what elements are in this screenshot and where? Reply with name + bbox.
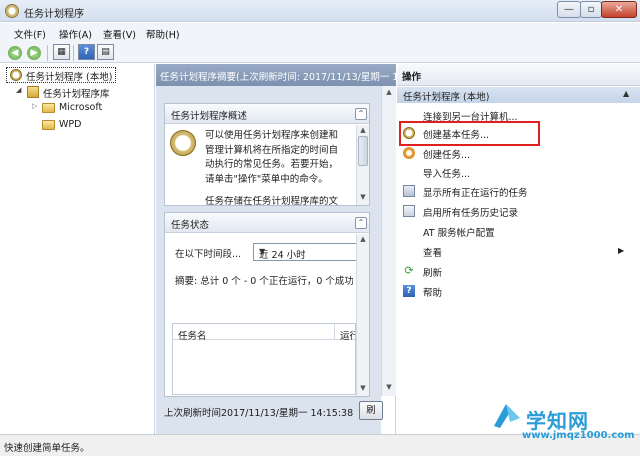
toolbar bbox=[0, 41, 640, 63]
overview-text-cut: 任务存储在任务计划程序库的文 bbox=[205, 196, 355, 205]
task-status-title: 任务状态 bbox=[171, 220, 210, 231]
action-label: 刷新 bbox=[423, 268, 443, 279]
highlight-box bbox=[399, 121, 540, 146]
overview-title: 任务计划程序概述 bbox=[171, 111, 248, 122]
watermark-logo-icon bbox=[494, 404, 520, 428]
task-scheduler-icon bbox=[170, 130, 196, 156]
back-arrow-icon[interactable]: ◀ bbox=[8, 46, 22, 60]
tree-item-wpd[interactable]: WPD bbox=[0, 117, 155, 133]
history-icon bbox=[403, 205, 415, 217]
tree-item-label: 任务计划程序 (本地) bbox=[26, 72, 113, 83]
action-label: 创建任务... bbox=[423, 150, 471, 161]
overview-scrollbar[interactable]: ▲ ▼ bbox=[356, 125, 369, 205]
overview-line: 任务存储在任务计划程序库的文 bbox=[205, 196, 339, 205]
menu-bar bbox=[0, 23, 640, 41]
action-enable-history[interactable]: 启用所有任务历史记录 bbox=[397, 202, 640, 221]
summary-header-text: 任务计划程序摘要(上次刷新时间: 2017/11/13/星期一 1 bbox=[160, 72, 399, 83]
scroll-down-icon[interactable]: ▼ bbox=[357, 193, 369, 201]
menu-action[interactable]: 操作(A) bbox=[59, 27, 92, 41]
library-icon bbox=[27, 86, 39, 98]
column-run-result[interactable]: 运行结 bbox=[340, 328, 355, 342]
scroll-up-icon[interactable]: ▲ bbox=[357, 126, 369, 134]
action-import-task[interactable]: 导入任务... bbox=[397, 163, 640, 182]
actions-title: 操作 bbox=[402, 72, 422, 83]
properties-icon[interactable]: ▤ bbox=[97, 44, 114, 60]
action-show-running-tasks[interactable]: 显示所有正在运行的任务 bbox=[397, 182, 640, 201]
action-help[interactable]: ? 帮助 bbox=[397, 282, 640, 301]
help-icon[interactable]: ? bbox=[78, 44, 95, 60]
task-scheduler-icon bbox=[5, 4, 19, 18]
status-summary: 摘要: 总计 0 个 - 0 个正在运行，0 个成功... bbox=[175, 276, 353, 287]
overview-header[interactable]: 任务计划程序概述 bbox=[165, 104, 369, 124]
action-at-service-config[interactable]: AT 服务帐户配置 bbox=[397, 222, 640, 241]
refresh-button[interactable]: 刷 bbox=[359, 401, 383, 420]
tree-item-root[interactable]: 任务计划程序 (本地) bbox=[0, 67, 155, 83]
scroll-up-icon[interactable]: ▲ bbox=[357, 235, 369, 243]
create-task-icon bbox=[403, 147, 415, 159]
clock-icon bbox=[10, 69, 22, 81]
chevron-down-icon: ▼ bbox=[259, 247, 266, 256]
period-label: 在以下时间段... bbox=[175, 249, 242, 260]
title-bar bbox=[0, 0, 640, 22]
overview-text: 可以使用任务计划程序来创建和 管理计算机将在所指定的时间自 动执行的常见任务。若… bbox=[205, 129, 338, 187]
menu-file[interactable]: 文件(F) bbox=[14, 27, 46, 41]
overview-line: 管理计算机将在所指定的时间自 bbox=[205, 144, 339, 156]
tree-item-library[interactable]: ◢ 任务计划程序库 bbox=[0, 84, 155, 100]
actions-group-title: 任务计划程序 (本地) bbox=[403, 92, 490, 103]
menu-view[interactable]: 查看(V) bbox=[103, 27, 136, 41]
forward-arrow-icon[interactable]: ▶ bbox=[27, 46, 41, 60]
status-scrollbar[interactable]: ▲ ▼ bbox=[356, 234, 369, 396]
collapse-status-icon[interactable]: ⌃ bbox=[355, 217, 367, 229]
action-refresh[interactable]: ⟳ 刷新 bbox=[397, 262, 640, 281]
action-label: AT 服务帐户配置 bbox=[423, 228, 495, 239]
scroll-down-icon[interactable]: ▼ bbox=[357, 384, 369, 392]
maximize-button[interactable]: ▫ bbox=[580, 1, 602, 18]
window-title: 任务计划程序 bbox=[24, 9, 84, 20]
status-bar-text: 快速创建简单任务。 bbox=[4, 443, 90, 454]
last-refresh-text: 上次刷新时间2017/11/13/星期一 14:15:38 bbox=[164, 408, 354, 419]
toolbar-separator bbox=[73, 45, 74, 61]
help-icon: ? bbox=[403, 285, 415, 297]
folder-icon bbox=[42, 120, 55, 130]
scroll-down-icon[interactable]: ▼ bbox=[382, 383, 396, 391]
tree-item-label: Microsoft bbox=[59, 102, 103, 113]
menu-help[interactable]: 帮助(H) bbox=[146, 27, 180, 41]
action-label: 帮助 bbox=[423, 288, 443, 299]
action-view[interactable]: 查看 ▶ bbox=[397, 242, 640, 261]
collapse-up-icon[interactable]: ▲ bbox=[623, 89, 629, 98]
toolbar-separator bbox=[47, 45, 48, 61]
collapse-overview-icon[interactable]: ⌃ bbox=[355, 108, 367, 120]
actions-group-header[interactable]: 任务计划程序 (本地) ▲ bbox=[397, 87, 640, 103]
task-status-header[interactable]: 任务状态 bbox=[165, 213, 369, 233]
summary-scrollbar[interactable]: ▲ ▼ bbox=[381, 86, 396, 396]
overview-line: 请单击"操作"菜单中的命令。 bbox=[205, 173, 328, 185]
scroll-up-icon[interactable]: ▲ bbox=[382, 88, 396, 96]
expand-triangle-icon[interactable]: ▷ bbox=[32, 102, 37, 110]
column-task-name[interactable]: 任务名 bbox=[178, 328, 207, 342]
close-button[interactable]: ✕ bbox=[601, 1, 637, 18]
folder-icon bbox=[42, 103, 55, 113]
actions-header: 操作 bbox=[397, 64, 640, 86]
tree-item-microsoft[interactable]: ▷ Microsoft bbox=[0, 100, 155, 116]
submenu-arrow-icon: ▶ bbox=[618, 246, 625, 255]
tree-item-label: WPD bbox=[59, 119, 82, 130]
action-label: 启用所有任务历史记录 bbox=[423, 208, 519, 219]
refresh-icon: ⟳ bbox=[404, 264, 414, 277]
scroll-thumb[interactable] bbox=[358, 136, 368, 166]
console-tree-icon[interactable]: ▦ bbox=[53, 44, 70, 60]
watermark-url: www.jmqz1000.com bbox=[522, 430, 635, 441]
collapse-triangle-icon[interactable]: ◢ bbox=[16, 86, 21, 94]
running-tasks-icon bbox=[403, 185, 415, 197]
column-divider bbox=[334, 324, 335, 340]
action-label: 查看 bbox=[423, 248, 443, 259]
tree-item-label: 任务计划程序库 bbox=[43, 89, 110, 100]
minimize-button[interactable]: — bbox=[557, 1, 581, 18]
overview-line: 动执行的常见任务。若要开始， bbox=[205, 159, 339, 170]
period-dropdown[interactable]: 近 24 小时 ▼ bbox=[253, 243, 367, 261]
action-create-task[interactable]: 创建任务... bbox=[397, 144, 640, 163]
action-label: 显示所有正在运行的任务 bbox=[423, 188, 528, 199]
summary-header: 任务计划程序摘要(上次刷新时间: 2017/11/13/星期一 1 bbox=[156, 64, 399, 86]
overview-line: 可以使用任务计划程序来创建和 bbox=[205, 130, 339, 141]
action-label: 导入任务... bbox=[423, 169, 471, 180]
